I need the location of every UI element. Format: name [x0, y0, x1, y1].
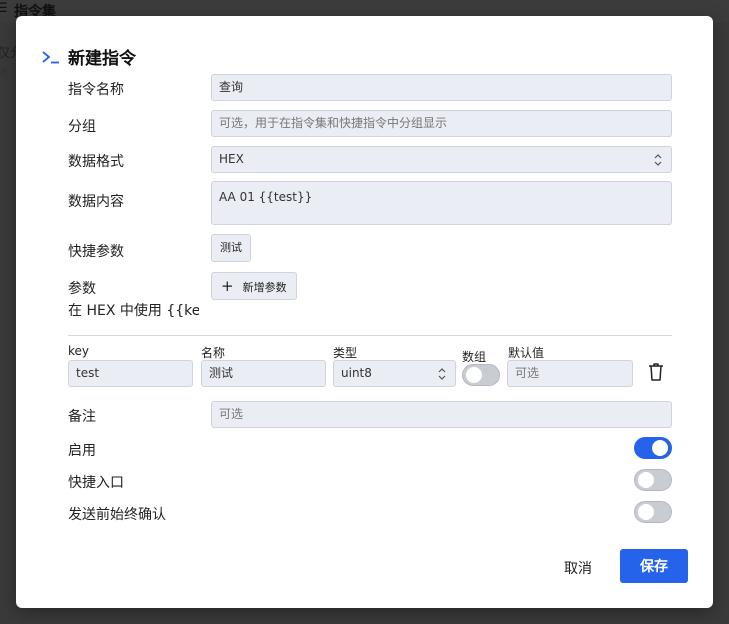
shortcut-entry-label: 快捷入口: [68, 475, 124, 491]
name-input[interactable]: 查询: [211, 74, 672, 101]
col-header-default: 默认值: [508, 346, 545, 360]
col-header-key: key: [68, 344, 90, 358]
format-select[interactable]: HEX: [211, 146, 672, 173]
col-header-name: 名称: [201, 346, 226, 360]
group-label: 分组: [68, 119, 96, 135]
divider: [68, 335, 672, 336]
name-label: 指令名称: [68, 82, 124, 98]
trash-icon[interactable]: [647, 362, 665, 382]
param-array-toggle[interactable]: [462, 364, 500, 386]
menu-icon: ☰: [0, 1, 8, 16]
enable-label: 启用: [68, 443, 96, 459]
format-label: 数据格式: [68, 154, 124, 170]
content-label: 数据内容: [68, 194, 124, 210]
enable-toggle[interactable]: [634, 437, 672, 459]
col-header-type: 类型: [333, 346, 358, 360]
note-label: 备注: [68, 409, 96, 425]
terminal-icon: [42, 50, 59, 63]
save-button[interactable]: 保存: [620, 549, 688, 583]
param-key-input[interactable]: test: [68, 360, 193, 387]
plus-icon: +: [221, 277, 234, 295]
background-side-subtext: 闭: [0, 68, 7, 79]
toggle-knob: [638, 472, 654, 488]
params-label: 参数: [68, 281, 96, 297]
shortcut-params-label: 快捷参数: [68, 244, 124, 260]
group-input[interactable]: 可选，用于在指令集和快捷指令中分组显示: [211, 110, 672, 137]
add-param-button[interactable]: + 新增参数: [211, 272, 297, 300]
chevron-updown-icon: [438, 368, 446, 380]
toggle-knob: [652, 440, 668, 456]
param-type-value: uint8: [341, 366, 372, 380]
dialog-header: 新建指令: [42, 44, 136, 69]
format-select-value: HEX: [219, 152, 244, 166]
note-input[interactable]: 可选: [211, 401, 672, 428]
toggle-knob: [466, 367, 482, 383]
chevron-updown-icon: [654, 154, 662, 166]
new-command-dialog: 新建指令 指令名称 查询 分组 可选，用于在指令集和快捷指令中分组显示 数据格式…: [16, 16, 713, 608]
param-type-select[interactable]: uint8: [333, 360, 456, 387]
confirm-before-send-toggle[interactable]: [634, 501, 672, 523]
add-param-label: 新增参数: [242, 281, 287, 294]
content-textarea[interactable]: AA 01 {{test}}: [211, 181, 672, 225]
confirm-before-send-label: 发送前始终确认: [68, 507, 166, 523]
shortcut-entry-toggle[interactable]: [634, 469, 672, 491]
param-default-input[interactable]: 可选: [507, 360, 633, 387]
cancel-button[interactable]: 取消: [564, 558, 592, 578]
dialog-title: 新建指令: [68, 49, 136, 69]
toggle-knob: [638, 504, 654, 520]
shortcut-param-button[interactable]: 测试: [211, 234, 251, 262]
param-name-input[interactable]: 测试: [201, 360, 326, 387]
col-header-array: 数组: [462, 350, 487, 364]
params-hint: 在 HEX 中使用 {{key}: [68, 303, 199, 319]
